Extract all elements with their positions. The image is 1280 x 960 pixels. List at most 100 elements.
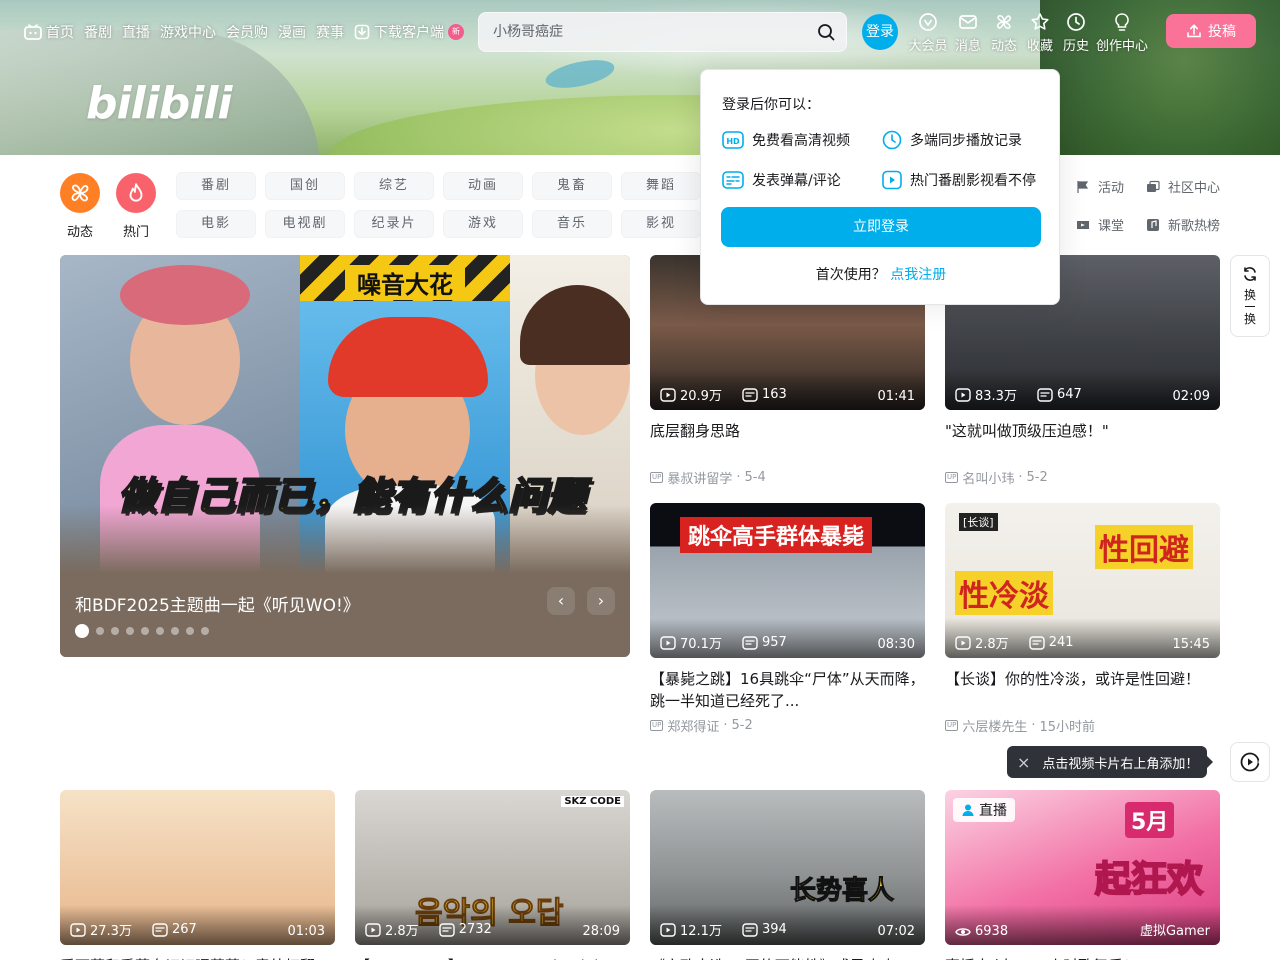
nav-bangumi[interactable]: 番剧 xyxy=(84,22,112,42)
nav-message[interactable]: 消息 xyxy=(950,12,986,54)
live-tag: 直播 xyxy=(953,798,1015,822)
video-title[interactable]: 直播中 过1024小时歌舞乐！ xyxy=(945,955,1220,960)
video-stats: 2.8万 241 xyxy=(955,633,1074,652)
dynamic-icon xyxy=(71,184,89,202)
carousel-dot[interactable] xyxy=(96,627,104,635)
video-title[interactable]: 《家政大选BE区的可能性》或男欢欢... xyxy=(650,955,925,960)
video-title[interactable]: "这就叫做顶级压迫感！" xyxy=(945,420,1220,464)
video-date: 15小时前 xyxy=(1039,720,1096,735)
nav-favorites[interactable]: 收藏 xyxy=(1022,12,1058,54)
video-card[interactable]: 27.3万 267 01:03 爱可菲和手菜鸟切切嘿芽芽！意外打翻... xyxy=(60,790,335,960)
video-card[interactable]: SKZ CODE음악의 오답2.8万273228:09 【SKZ CODE】 Dr… xyxy=(355,790,630,960)
login-now-button[interactable]: 立即登录 xyxy=(721,207,1041,247)
view-count: 83.3万 xyxy=(975,389,1017,404)
carousel-dot[interactable] xyxy=(141,627,149,635)
video-title[interactable]: 【长谈】你的性冷淡，或许是性回避！ xyxy=(945,668,1220,712)
video-author[interactable]: 郑郑得证 xyxy=(667,716,719,735)
carousel-title[interactable]: 和BDF2025主题曲一起《听见WO!》 xyxy=(75,591,360,616)
video-card[interactable]: 跳伞高手群体暴毙 70.1万 957 08:30 【暴毙之跳】16具跳伞“尸体”从天而降… xyxy=(650,503,925,735)
carousel-next-button[interactable]: › xyxy=(587,587,615,615)
nav-match[interactable]: 赛事 xyxy=(316,22,344,42)
nav-home[interactable]: 首页 xyxy=(24,22,74,42)
carousel-prev-button[interactable]: ‹ xyxy=(547,587,575,615)
thumb-overlay-text: 性冷淡 xyxy=(955,571,1053,615)
video-thumbnail[interactable]: 27.3万 267 01:03 xyxy=(60,790,335,945)
nav-live[interactable]: 直播 xyxy=(122,22,150,42)
carousel-dot[interactable] xyxy=(186,627,194,635)
video-card[interactable]: [长谈] 性回避 性冷淡 2.8万 241 15:45 【长谈】你的性冷淡，或许是性回避！ U… xyxy=(945,503,1220,735)
channel-pill-guochuang[interactable]: 国创 xyxy=(265,172,345,200)
video-author[interactable]: 六层楼先生 xyxy=(962,716,1027,735)
carousel-dot[interactable] xyxy=(156,627,164,635)
channel-pill-animation[interactable]: 动画 xyxy=(443,172,523,200)
nav-dynamic[interactable]: 动态 xyxy=(986,12,1022,54)
view-count: 27.3万 xyxy=(90,924,132,939)
community-icon xyxy=(1147,180,1160,192)
channel-pill-tv[interactable]: 电视剧 xyxy=(265,210,345,238)
channel-pill-movie[interactable]: 电影 xyxy=(176,210,256,238)
nav-mall[interactable]: 会员购 xyxy=(226,22,268,42)
carousel-dot[interactable] xyxy=(126,627,134,635)
channel-dynamic[interactable]: 动态 xyxy=(60,173,100,240)
refresh-feed-button[interactable]: 换 换 xyxy=(1230,255,1270,337)
nav-download-label: 下载客户端 xyxy=(374,25,444,41)
nav-game-center[interactable]: 游戏中心 xyxy=(160,22,216,42)
nav-history[interactable]: 历史 xyxy=(1058,12,1094,54)
channel-pill-film[interactable]: 影视 xyxy=(621,210,701,238)
upload-label: 投稿 xyxy=(1208,24,1236,40)
search-input[interactable] xyxy=(479,16,806,48)
channel-pill-documentary[interactable]: 纪录片 xyxy=(354,210,434,238)
nav-manga[interactable]: 漫画 xyxy=(278,22,306,42)
fire-icon xyxy=(129,183,143,202)
video-title[interactable]: 底层翻身思路 xyxy=(650,420,925,464)
danmaku-count-icon xyxy=(1028,635,1045,650)
channel-pill-music[interactable]: 音乐 xyxy=(532,210,612,238)
carousel-dot[interactable] xyxy=(75,624,89,638)
watch-later-button[interactable] xyxy=(1230,742,1270,782)
side-link-activity[interactable]: 活动 xyxy=(1076,177,1124,196)
up-icon: UP xyxy=(650,720,664,731)
video-thumbnail[interactable]: 直播 5月 起狂欢 6938 虚拟Gamer xyxy=(945,790,1220,945)
nav-vip[interactable]: 大会员 xyxy=(906,12,950,54)
video-thumbnail[interactable]: SKZ CODE음악의 오답2.8万273228:09 xyxy=(355,790,630,945)
tip-close-button[interactable]: × xyxy=(1017,753,1030,772)
video-title[interactable]: 【暴毙之跳】16具跳伞“尸体”从天而降，跳一半知道已经死了... xyxy=(650,668,925,712)
play-count-icon xyxy=(660,635,676,650)
video-author[interactable]: 暴叔讲留学 xyxy=(667,468,732,487)
upload-button[interactable]: 投稿 xyxy=(1166,14,1256,48)
register-link[interactable]: 点我注册 xyxy=(890,267,946,283)
danmaku-count-icon xyxy=(742,635,758,650)
channel-pill-variety[interactable]: 综艺 xyxy=(354,172,434,200)
channel-hot[interactable]: 热门 xyxy=(116,173,156,240)
channel-pill-kichiku[interactable]: 鬼畜 xyxy=(532,172,612,200)
side-link-community[interactable]: 社区中心 xyxy=(1146,177,1220,196)
video-duration: 28:09 xyxy=(582,924,620,939)
channel-pill-dance[interactable]: 舞蹈 xyxy=(621,172,701,200)
video-card[interactable]: 长势喜人 12.1万 394 07:02 《家政大选BE区的可能性》或男欢欢... xyxy=(650,790,925,960)
video-title[interactable]: 【SKZ CODE】 Dream Music Club Trip... xyxy=(355,955,630,960)
video-thumbnail[interactable]: 长势喜人 12.1万 394 07:02 xyxy=(650,790,925,945)
feature-danmaku: 发表弹幕/评论 xyxy=(722,170,841,190)
channel-pill-anime[interactable]: 番剧 xyxy=(176,172,256,200)
bilibili-logo[interactable]: bilibili xyxy=(86,78,232,129)
carousel-dot[interactable] xyxy=(171,627,179,635)
login-popup: 登录后你可以： HD 免费看高清视频 多端同步播放记录 发表弹幕/评论 热门番剧… xyxy=(700,69,1060,305)
video-thumbnail[interactable]: [长谈] 性回避 性冷淡 2.8万 241 15:45 xyxy=(945,503,1220,658)
carousel-dot[interactable] xyxy=(201,627,209,635)
login-avatar-button[interactable]: 登录 xyxy=(862,14,898,50)
dynamic-icon xyxy=(997,15,1011,29)
channel-pill-game[interactable]: 游戏 xyxy=(443,210,523,238)
search-button[interactable] xyxy=(806,16,846,48)
video-thumbnail[interactable]: 跳伞高手群体暴毙 70.1万 957 08:30 xyxy=(650,503,925,658)
video-card[interactable]: 直播 5月起狂欢 6938 虚拟Gamer 直播中 过1024小时歌舞乐！ xyxy=(945,790,1220,960)
play-count-icon xyxy=(70,922,86,937)
side-link-new-songs[interactable]: 新歌热榜 xyxy=(1146,215,1220,234)
banner-carousel[interactable]: 噪音大花 做自己而已，能有什么问题 和BDF2025主题曲一起《听见WO!》 ‹… xyxy=(60,255,630,657)
video-title[interactable]: 爱可菲和手菜鸟切切嘿芽芽！意外打翻... xyxy=(60,955,335,960)
side-link-class[interactable]: 课堂 xyxy=(1076,215,1124,234)
nav-creator-center[interactable]: 创作中心 xyxy=(1094,12,1150,54)
danmaku-count: 957 xyxy=(761,635,787,650)
nav-download-client[interactable]: 下载客户端 新 xyxy=(354,22,464,42)
video-author[interactable]: 名叫小玮 xyxy=(962,468,1014,487)
carousel-dot[interactable] xyxy=(111,627,119,635)
